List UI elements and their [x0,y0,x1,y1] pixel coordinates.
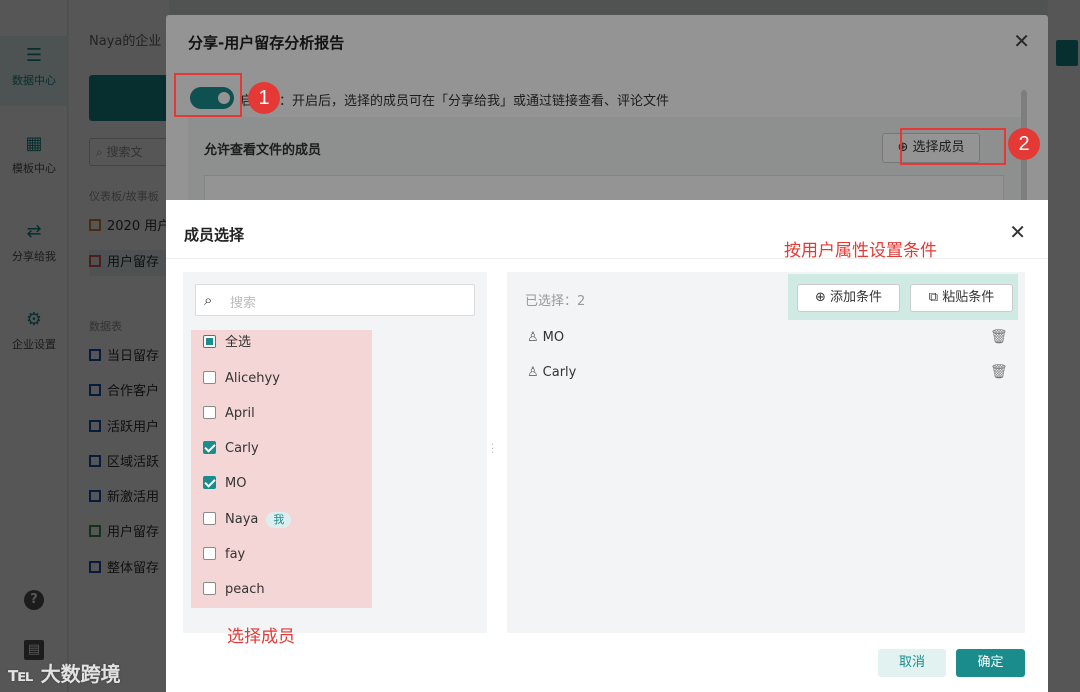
add-condition-button[interactable]: ⊕ 添加条件 [797,284,900,312]
watermark: ℡ 大数跨境 [8,662,121,686]
member-select-dialog: 成员选择 ✕ 按用户属性设置条件 ⌕ 搜索 全选 Alicehyy April … [166,200,1048,692]
member-dialog-title: 成员选择 [184,226,245,244]
checkbox[interactable] [203,371,216,384]
member-item[interactable]: Naya 我 [203,510,292,530]
checkbox[interactable] [203,406,216,419]
annotation-conditions: 按用户属性设置条件 [784,241,937,261]
selected-members-pane: 已选择：2 ⊕ 添加条件 ⧉ 粘贴条件 ♙ MO 🗑 ♙ Carly 🗑 [507,272,1025,633]
pane-resize-handle[interactable]: · · · [491,441,494,459]
annotation-box [900,128,1006,165]
checkbox[interactable] [203,335,216,348]
member-item[interactable]: Carly [203,439,259,459]
me-tag: 我 [266,512,292,528]
member-item[interactable]: peach [203,580,265,600]
plus-circle-icon: ⊕ [814,290,826,305]
selected-member: ♙ Carly [527,365,577,380]
member-item[interactable]: MO [203,474,246,494]
annotation-box [174,73,242,117]
watermark-logo-icon: ℡ [8,662,34,686]
select-all-checkbox[interactable]: 全选 [203,333,251,353]
member-item[interactable]: Alicehyy [203,369,280,389]
search-icon: ⌕ [204,291,213,309]
member-list-pane: ⌕ 搜索 全选 Alicehyy April Carly MO Naya 我 fa… [183,272,487,633]
checkbox[interactable] [203,476,216,489]
user-icon: ♙ [527,330,539,345]
trash-icon[interactable]: 🗑 [990,364,1008,380]
member-item[interactable]: April [203,404,255,424]
paste-condition-button[interactable]: ⧉ 粘贴条件 [910,284,1013,312]
annotation-badge: 2 [1008,128,1040,160]
trash-icon[interactable]: 🗑 [990,329,1008,345]
annotation-badge: 1 [248,82,280,114]
annotation-select-members: 选择成员 [227,627,295,647]
checkbox[interactable] [203,582,216,595]
member-item[interactable]: fay [203,545,245,565]
checkbox[interactable] [203,547,216,560]
close-icon[interactable]: ✕ [1009,220,1026,244]
confirm-button[interactable]: 确定 [956,649,1025,677]
checkbox[interactable] [203,441,216,454]
member-search-input[interactable]: ⌕ 搜索 [195,284,475,316]
selected-member: ♙ MO [527,330,565,345]
user-icon: ♙ [527,365,539,380]
selected-count: 已选择：2 [525,294,586,309]
paste-icon: ⧉ [928,290,939,305]
cancel-button[interactable]: 取消 [878,649,946,677]
checkbox[interactable] [203,512,216,525]
